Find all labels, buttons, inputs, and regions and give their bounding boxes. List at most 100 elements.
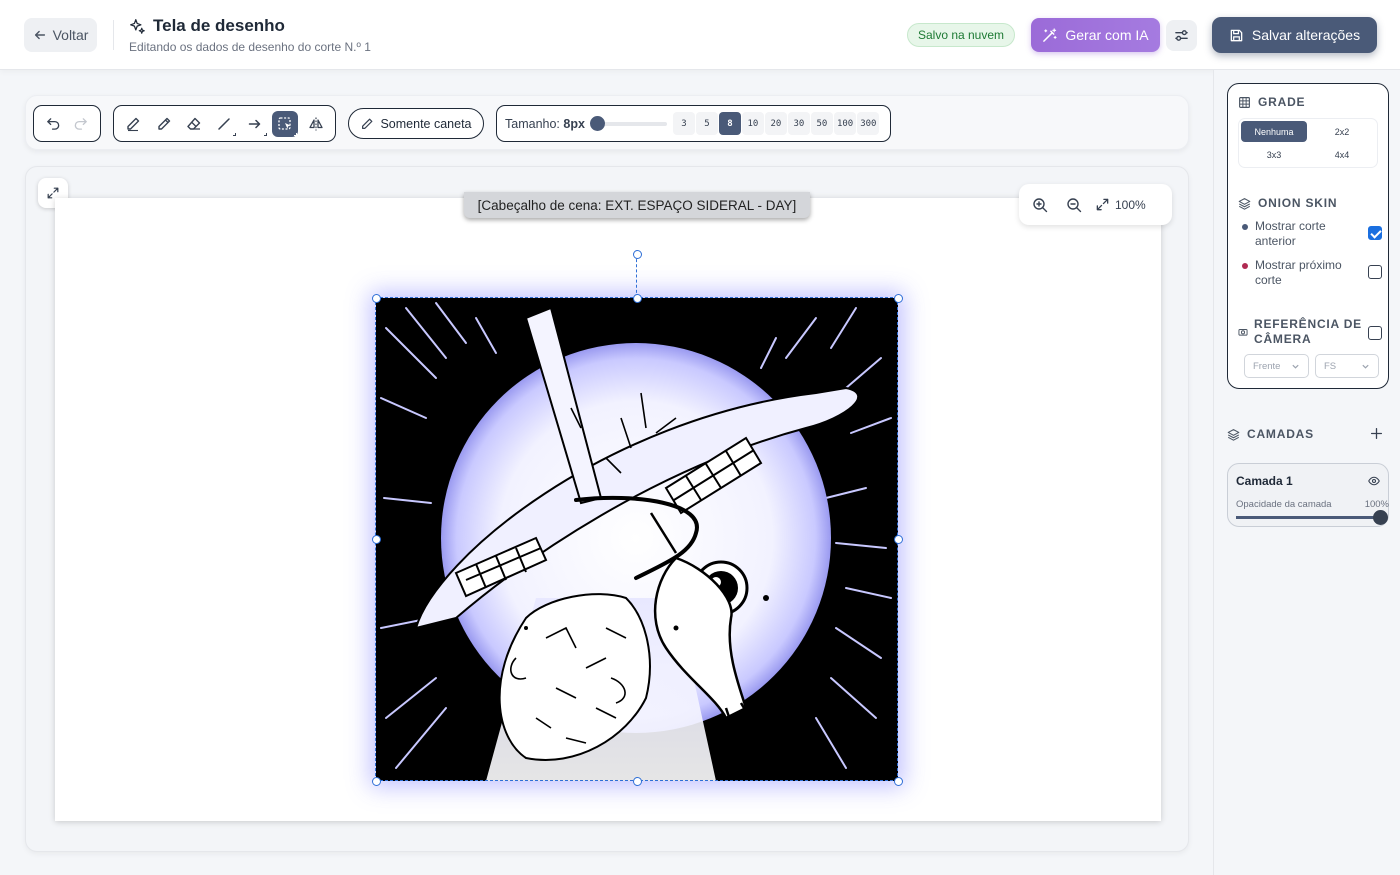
zoom-level: 100% bbox=[1115, 197, 1146, 212]
layers-icon bbox=[1227, 428, 1240, 441]
undo-icon bbox=[47, 118, 60, 130]
size-preset-30[interactable]: 30 bbox=[787, 112, 810, 135]
pen-only-toggle[interactable]: Somente caneta bbox=[348, 108, 484, 139]
save-changes-button[interactable]: Salvar alterações bbox=[1212, 17, 1377, 53]
previous-cut-color-dot bbox=[1242, 224, 1248, 230]
grid-option-4x4[interactable]: 4x4 bbox=[1309, 144, 1375, 165]
flip-tool[interactable] bbox=[303, 111, 329, 137]
layer-item[interactable]: Camada 1 Opacidade da camada 100% bbox=[1227, 463, 1389, 527]
line-icon bbox=[218, 117, 231, 130]
eraser-tool[interactable] bbox=[181, 111, 207, 137]
layers-section-title: CAMADAS bbox=[1227, 427, 1314, 441]
tool-options-indicator bbox=[233, 132, 237, 136]
pen-only-label: Somente caneta bbox=[380, 116, 472, 131]
undo-button[interactable] bbox=[41, 111, 67, 137]
opacity-label: Opacidade da camada bbox=[1236, 499, 1332, 510]
drawing-paper[interactable]: [Cabeçalho de cena: EXT. ESPAÇO SIDERAL … bbox=[55, 192, 1161, 821]
grid-title-text: GRADE bbox=[1258, 95, 1306, 109]
size-preset-300[interactable]: 300 bbox=[857, 112, 880, 135]
resize-handle-left[interactable] bbox=[371, 534, 381, 544]
camera-shot-select[interactable]: FS bbox=[1315, 354, 1379, 378]
selected-artwork[interactable] bbox=[371, 249, 903, 786]
resize-handle-right[interactable] bbox=[893, 534, 903, 544]
grid-option-2x2[interactable]: 2x2 bbox=[1309, 121, 1375, 142]
opacity-slider-fill bbox=[1236, 516, 1380, 519]
arrow-left-icon bbox=[34, 30, 45, 40]
show-previous-checkbox[interactable] bbox=[1368, 226, 1382, 240]
camera-reference-title: REFERÊNCIA DE CÂMERA bbox=[1254, 317, 1362, 346]
camera-reference-checkbox[interactable] bbox=[1368, 326, 1382, 340]
size-slider[interactable] bbox=[590, 115, 667, 131]
layer-visibility-button[interactable] bbox=[1368, 474, 1380, 492]
camera-reference-option[interactable]: REFERÊNCIA DE CÂMERA bbox=[1238, 317, 1382, 347]
flip-horizontal-icon bbox=[309, 117, 323, 130]
show-next-checkbox[interactable] bbox=[1368, 265, 1382, 279]
size-preset-5[interactable]: 5 bbox=[695, 112, 718, 135]
grid-option-3x3[interactable]: 3x3 bbox=[1241, 144, 1307, 165]
show-next-label: Mostrar próximo corte bbox=[1255, 258, 1342, 287]
eraser-icon bbox=[187, 117, 201, 130]
resize-handle-top[interactable] bbox=[632, 293, 642, 303]
generate-ai-label: Gerar com IA bbox=[1065, 27, 1149, 43]
size-slider-thumb[interactable] bbox=[590, 115, 606, 131]
redo-button[interactable] bbox=[68, 111, 94, 137]
grid-options: Nenhuma 2x2 3x3 4x4 bbox=[1238, 118, 1378, 168]
sliders-icon bbox=[1175, 30, 1188, 41]
arrow-tool[interactable] bbox=[242, 111, 268, 137]
astronaut-drawing bbox=[376, 298, 898, 781]
history-group bbox=[33, 105, 101, 142]
size-preset-3[interactable]: 3 bbox=[672, 112, 695, 135]
magic-wand-icon bbox=[1043, 27, 1057, 42]
pencil-tool[interactable] bbox=[151, 111, 177, 137]
size-preset-8[interactable]: 8 bbox=[718, 112, 741, 135]
rotate-handle[interactable] bbox=[632, 249, 642, 259]
camera-shot-value: FS bbox=[1324, 360, 1337, 372]
resize-handle-bottom-left[interactable] bbox=[371, 776, 381, 786]
eye-icon bbox=[1368, 476, 1380, 486]
chevron-down-icon bbox=[1362, 364, 1369, 369]
redo-icon bbox=[74, 118, 87, 130]
layers-icon bbox=[1238, 197, 1251, 210]
size-presets: 3 5 8 10 20 30 50 100 300 bbox=[672, 112, 880, 135]
size-label-text: Tamanho: bbox=[505, 116, 560, 131]
page-title: Tela de desenho bbox=[153, 16, 285, 35]
size-preset-50[interactable]: 50 bbox=[810, 112, 833, 135]
opacity-value: 100% bbox=[1364, 499, 1389, 510]
opacity-slider[interactable] bbox=[1236, 510, 1388, 525]
grid-icon bbox=[1239, 96, 1250, 108]
saved-status-badge: Salvo na nuvem bbox=[907, 23, 1015, 47]
size-preset-20[interactable]: 20 bbox=[764, 112, 787, 135]
grid-section-title: GRADE bbox=[1238, 95, 1305, 109]
show-next-cut-option[interactable]: Mostrar próximo corte bbox=[1242, 258, 1382, 288]
resize-handle-bottom[interactable] bbox=[632, 776, 642, 786]
zoom-in-icon bbox=[1033, 197, 1048, 212]
top-header: Voltar Tela de desenho Editando os dados… bbox=[0, 0, 1400, 70]
zoom-out-icon bbox=[1067, 197, 1082, 212]
resize-handle-top-left[interactable] bbox=[371, 293, 381, 303]
resize-handle-bottom-right[interactable] bbox=[893, 776, 903, 786]
title-block: Tela de desenho Editando os dados de des… bbox=[129, 16, 371, 54]
camera-angle-value: Frente bbox=[1253, 360, 1281, 372]
line-tool[interactable] bbox=[211, 111, 237, 137]
sparkles-icon bbox=[130, 18, 145, 34]
camera-angle-select[interactable]: Frente bbox=[1244, 354, 1309, 378]
size-preset-100[interactable]: 100 bbox=[833, 112, 857, 135]
show-previous-cut-option[interactable]: Mostrar corte anterior bbox=[1242, 219, 1382, 249]
size-preset-10[interactable]: 10 bbox=[741, 112, 764, 135]
pen-icon bbox=[127, 117, 140, 131]
pen-tool[interactable] bbox=[120, 111, 146, 137]
grid-option-nenhuma[interactable]: Nenhuma bbox=[1241, 121, 1307, 142]
save-changes-label: Salvar alterações bbox=[1251, 27, 1361, 43]
add-layer-button[interactable] bbox=[1364, 421, 1388, 445]
header-divider bbox=[113, 20, 114, 50]
settings-button[interactable] bbox=[1166, 20, 1197, 51]
zoom-in-button[interactable] bbox=[1027, 192, 1053, 218]
resize-handle-top-right[interactable] bbox=[893, 293, 903, 303]
zoom-out-button[interactable] bbox=[1061, 192, 1087, 218]
back-button[interactable]: Voltar bbox=[24, 18, 97, 52]
fit-zoom-button[interactable]: 100% bbox=[1095, 197, 1146, 212]
lasso-select-icon bbox=[278, 116, 291, 130]
generate-ai-button[interactable]: Gerar com IA bbox=[1031, 18, 1160, 52]
opacity-slider-thumb[interactable] bbox=[1373, 510, 1388, 525]
select-tool[interactable] bbox=[272, 110, 299, 137]
